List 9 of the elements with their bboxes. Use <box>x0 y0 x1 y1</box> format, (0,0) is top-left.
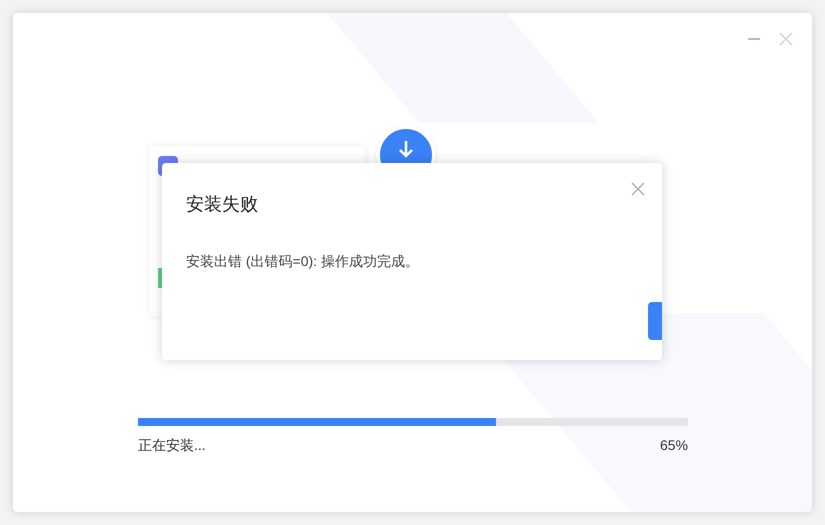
minimize-icon <box>748 38 760 40</box>
dialog-title: 安装失败 <box>186 193 258 216</box>
download-arrow-icon <box>396 139 416 159</box>
close-icon <box>630 181 646 197</box>
close-icon <box>778 31 794 47</box>
progress-percent: 65% <box>660 436 688 455</box>
install-status: 正在安装... <box>138 436 206 455</box>
dialog-message: 安装出错 (出错码=0): 操作成功完成。 <box>186 252 419 271</box>
close-button[interactable] <box>630 181 646 197</box>
